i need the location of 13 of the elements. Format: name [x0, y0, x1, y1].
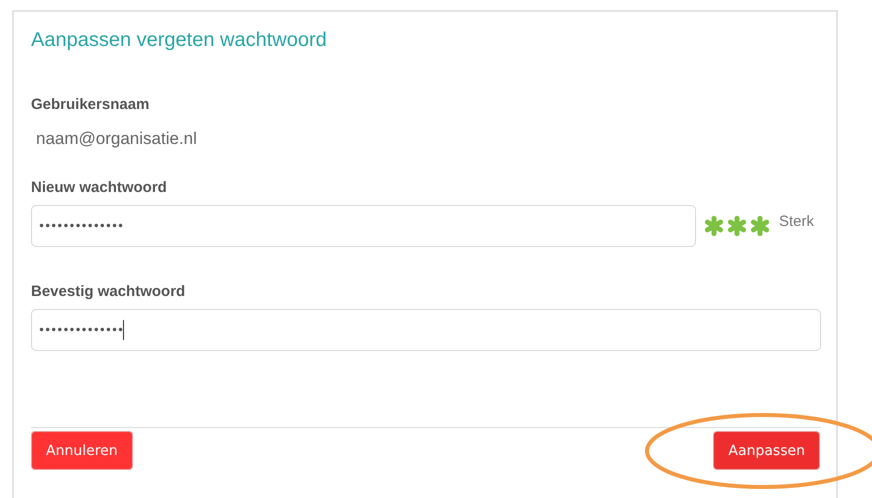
submit-button[interactable]: Aanpassen: [713, 431, 820, 470]
field-label: Bevestig wachtwoord: [31, 283, 186, 300]
username-value: naam@organisatie.nl: [36, 129, 198, 149]
cancel-button[interactable]: Annuleren: [31, 431, 133, 470]
password-field[interactable]: ••••••••••••••: [31, 309, 821, 351]
field-label: Gebruikersnaam: [31, 96, 150, 113]
strength-label: Sterk: [779, 213, 814, 230]
password-field[interactable]: ••••••••••••••: [31, 205, 696, 247]
dialog-title: Aanpassen vergeten wachtwoord: [31, 29, 328, 52]
asterisk-icon: [749, 215, 771, 237]
field-label: Nieuw wachtwoord: [31, 179, 168, 196]
asterisk-icon: [703, 215, 725, 237]
asterisk-icon: [726, 215, 748, 237]
